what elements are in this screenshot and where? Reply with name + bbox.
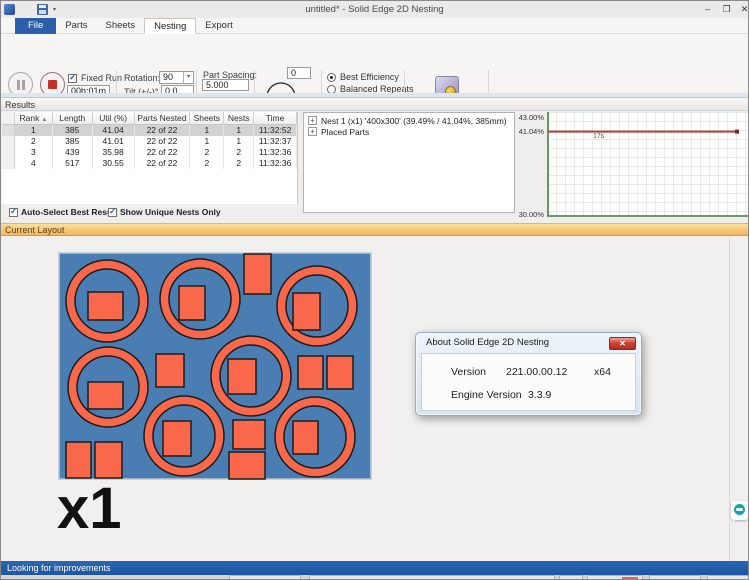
- chart-ylabel-bottom: 30.00%: [514, 210, 544, 219]
- minimize-button[interactable]: –: [700, 2, 715, 16]
- nested-rect-part[interactable]: [179, 286, 205, 320]
- radio-icon[interactable]: [327, 73, 336, 82]
- app-window: ▾ untitled* - Solid Edge 2D Nesting – ❐ …: [0, 0, 749, 580]
- tree-item-label: Placed Parts: [321, 127, 369, 137]
- nested-rect-part[interactable]: [244, 254, 271, 294]
- version-value: 221.00.00.12: [506, 366, 567, 378]
- taskbar-button[interactable]: [587, 575, 643, 580]
- tab-sheets[interactable]: Sheets: [97, 18, 145, 34]
- taskbar-button[interactable]: [707, 575, 749, 580]
- show-unique-label: Show Unique Nests Only: [120, 207, 221, 217]
- chevron-down-icon[interactable]: ▾: [183, 72, 193, 83]
- rotation-label: Rotation:: [124, 73, 160, 83]
- taskbar-button[interactable]: [559, 575, 583, 580]
- show-unique-checkbox[interactable]: [108, 208, 117, 217]
- result-row-2[interactable]: 238541.0122 of 221111:32:37: [2, 136, 297, 147]
- repeat-option-best-efficiency[interactable]: Best Efficiency: [327, 71, 414, 83]
- tree-item-1[interactable]: + Nest 1 (x1) '400x300' (39.49% / 41.04%,…: [304, 115, 514, 126]
- engine-version-value: 3.3.9: [528, 389, 551, 401]
- fixed-run-checkbox[interactable]: [68, 74, 77, 83]
- sheet-quantity-label: x1: [57, 479, 122, 539]
- nested-rect-part[interactable]: [88, 292, 123, 320]
- nested-rect-part[interactable]: [66, 442, 91, 478]
- result-row-4[interactable]: 451730.5522 of 222211:32:36: [2, 158, 297, 169]
- dialog-close-button[interactable]: ✕: [609, 337, 636, 350]
- rotation-select[interactable]: 90 ▾: [159, 71, 194, 84]
- architecture-value: x64: [594, 366, 611, 378]
- ribbon: Start Stop Fixed Run 00h:01m 00:00:04 Ne…: [1, 34, 748, 93]
- stop-icon: [48, 80, 57, 89]
- remote-support-icon[interactable]: [731, 501, 748, 520]
- table-header-row: Rank▲LengthUtil (%)Parts NestedSheetsNes…: [2, 112, 297, 125]
- tab-nesting[interactable]: Nesting: [144, 18, 196, 34]
- utilization-chart: [547, 112, 748, 217]
- column-header[interactable]: Time: [254, 112, 297, 125]
- restore-button[interactable]: ❐: [719, 2, 734, 16]
- nested-rect-part[interactable]: [298, 356, 323, 389]
- radio-label: Best Efficiency: [340, 72, 399, 82]
- close-button[interactable]: ✕: [737, 2, 749, 16]
- auto-select-label: Auto-Select Best Result: [21, 207, 117, 217]
- results-table: Rank▲LengthUtil (%)Parts NestedSheetsNes…: [2, 112, 298, 204]
- result-row-1[interactable]: 138541.0422 of 221111:32:52: [2, 125, 297, 136]
- chart-ylabel-current: 41.04%: [514, 127, 544, 136]
- results-panel: Rank▲LengthUtil (%)Parts NestedSheetsNes…: [1, 111, 748, 223]
- nested-rect-part[interactable]: [228, 359, 256, 394]
- direction-angle-field[interactable]: 0: [287, 67, 311, 79]
- tree-item-2[interactable]: + Placed Parts: [304, 126, 514, 137]
- result-row-3[interactable]: 343935.9822 of 222211:32:36: [2, 147, 297, 158]
- nested-rect-part[interactable]: [293, 421, 318, 454]
- column-header[interactable]: Sheets: [190, 112, 224, 125]
- start-icon: [17, 80, 20, 90]
- taskbar-button[interactable]: [309, 575, 555, 580]
- column-header[interactable]: Nests: [224, 112, 254, 125]
- tab-file[interactable]: File: [15, 18, 56, 34]
- part-spacing-field[interactable]: 5.000: [202, 79, 249, 91]
- nested-rect-part[interactable]: [95, 442, 122, 478]
- nested-rect-part[interactable]: [156, 354, 184, 387]
- tab-export[interactable]: Export: [196, 18, 241, 34]
- nested-rect-part[interactable]: [229, 452, 265, 479]
- chart-ylabel-top: 43.00%: [514, 113, 544, 122]
- column-header[interactable]: Parts Nested: [135, 112, 191, 125]
- engine-version-label: Engine Version: [451, 389, 522, 401]
- nested-rect-part[interactable]: [327, 356, 353, 389]
- about-dialog-body: Version 221.00.00.12 x64 Engine Version …: [421, 353, 636, 411]
- results-panel-header: Results: [1, 97, 748, 111]
- taskbar-sliver: [1, 575, 748, 580]
- current-layout-header: Current Layout: [1, 223, 748, 236]
- nested-rect-part[interactable]: [88, 382, 123, 409]
- version-label: Version: [451, 366, 486, 378]
- taskbar-button[interactable]: [649, 575, 701, 580]
- window-title: untitled* - Solid Edge 2D Nesting: [1, 4, 748, 15]
- nested-rect-part[interactable]: [163, 421, 191, 456]
- sort-ascending-icon: ▲: [41, 117, 47, 123]
- ribbon-tabs: FilePartsSheetsNestingExport: [15, 18, 242, 34]
- column-header[interactable]: Util (%): [93, 112, 135, 125]
- title-bar: ▾ untitled* - Solid Edge 2D Nesting – ❐ …: [1, 1, 748, 18]
- tab-parts[interactable]: Parts: [56, 18, 96, 34]
- ribbon-tab-row: FilePartsSheetsNestingExport ^ ?: [1, 18, 748, 34]
- taskbar-button[interactable]: [229, 575, 301, 580]
- column-header[interactable]: Rank▲: [15, 112, 53, 125]
- auto-select-checkbox[interactable]: [9, 208, 18, 217]
- about-dialog-title: About Solid Edge 2D Nesting: [426, 337, 549, 348]
- nested-rect-part[interactable]: [293, 293, 320, 330]
- nested-rect-part[interactable]: [233, 420, 265, 449]
- column-header[interactable]: Length: [53, 112, 93, 125]
- nest-tree: + Nest 1 (x1) '400x300' (39.49% / 41.04%,…: [303, 112, 515, 213]
- about-dialog: About Solid Edge 2D Nesting ✕ Version 22…: [415, 332, 642, 416]
- tree-item-label: Nest 1 (x1) '400x300' (39.49% / 41.04%, …: [321, 116, 507, 126]
- expand-icon[interactable]: +: [308, 127, 317, 136]
- status-bar: Looking for improvements: [1, 561, 748, 575]
- expand-icon[interactable]: +: [308, 116, 317, 125]
- chart-annotation: 17s: [593, 133, 604, 140]
